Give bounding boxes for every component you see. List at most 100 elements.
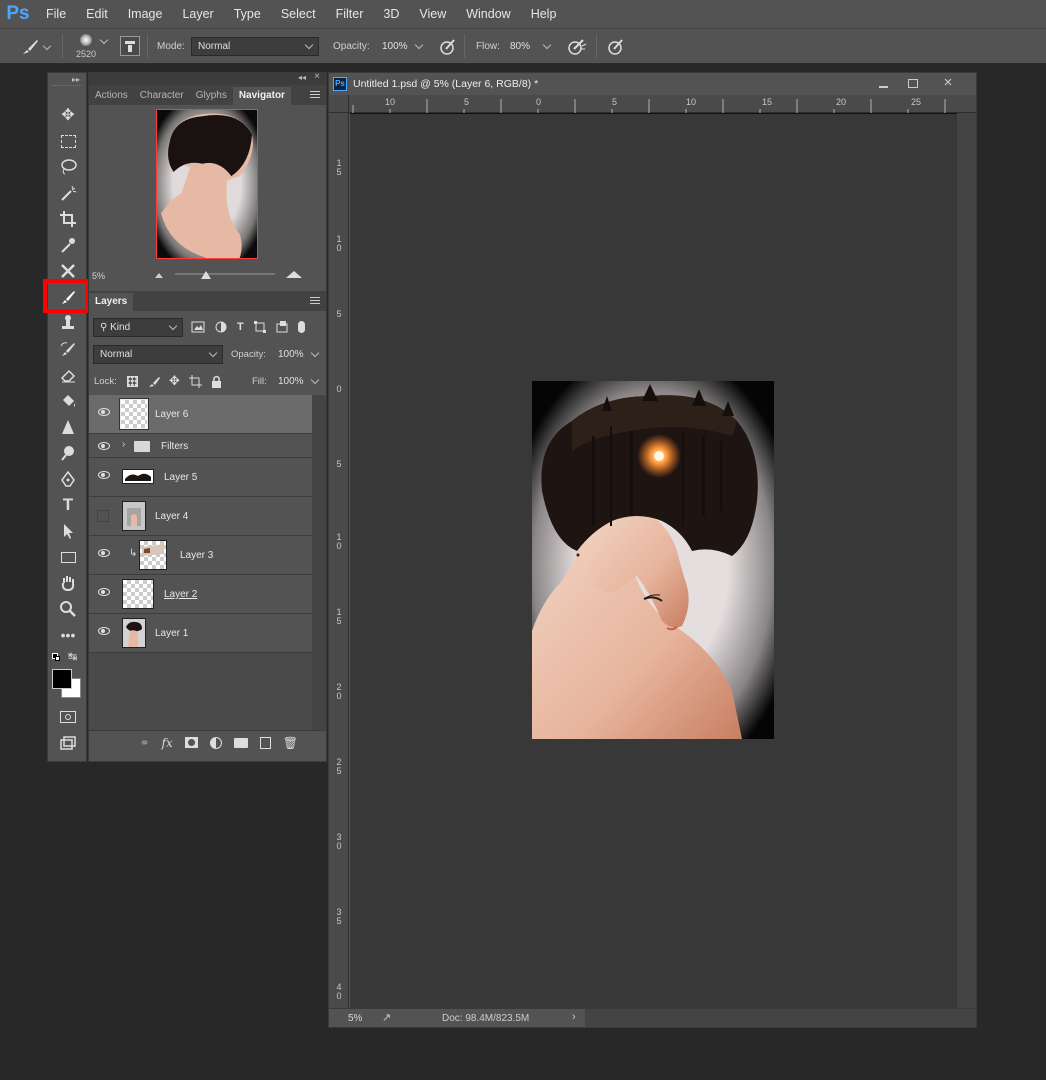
navigator-menu-icon[interactable] bbox=[310, 91, 320, 98]
eyedropper-tool-icon[interactable] bbox=[56, 234, 80, 256]
dodge-tool-icon[interactable] bbox=[56, 442, 80, 464]
visibility-eye-icon[interactable] bbox=[98, 627, 110, 635]
layer-style-fx-icon[interactable]: fx bbox=[162, 736, 173, 750]
filter-adjustment-icon[interactable] bbox=[215, 321, 227, 333]
visibility-eye-icon[interactable] bbox=[98, 588, 110, 596]
brush-preset-picker[interactable]: 2520 bbox=[74, 32, 112, 62]
layer-row-layer-3[interactable]: ↳ Layer 3 bbox=[89, 536, 312, 575]
layer-6-mask-thumbnail[interactable] bbox=[119, 398, 149, 430]
tool-preset-picker[interactable] bbox=[20, 37, 54, 57]
filter-toggle-icon[interactable] bbox=[297, 321, 305, 333]
chevron-right-icon[interactable]: › bbox=[572, 1011, 576, 1023]
link-layers-icon[interactable]: ⚭ bbox=[139, 736, 149, 750]
layer-opacity-field[interactable]: 100% bbox=[272, 345, 324, 364]
path-selection-tool-icon[interactable] bbox=[56, 520, 80, 542]
document-titlebar[interactable]: Ps Untitled 1.psd @ 5% (Layer 6, RGB/8) … bbox=[329, 73, 976, 95]
layer-name[interactable]: Layer 6 bbox=[155, 409, 188, 420]
close-button[interactable]: × bbox=[929, 74, 967, 92]
collapse-panels-icon[interactable]: ◂◂ bbox=[298, 73, 306, 82]
zoom-out-icon[interactable] bbox=[155, 273, 163, 278]
navigator-zoom-slider[interactable] bbox=[175, 273, 275, 275]
horizontal-ruler[interactable]: 10 5 0 5 10 15 20 25 bbox=[349, 95, 976, 113]
layer-filter-dropdown[interactable]: ⚲ Kind bbox=[93, 318, 183, 337]
layer-name[interactable]: Layer 4 bbox=[155, 511, 188, 522]
ruler-origin[interactable] bbox=[329, 95, 349, 113]
rectangle-tool-icon[interactable] bbox=[56, 546, 80, 568]
hand-tool-icon[interactable] bbox=[56, 572, 80, 594]
zoom-in-icon[interactable] bbox=[286, 271, 302, 278]
menu-file[interactable]: File bbox=[36, 0, 76, 28]
paint-bucket-tool-icon[interactable] bbox=[56, 390, 80, 412]
crop-tool-icon[interactable] bbox=[56, 208, 80, 230]
visibility-toggle-off[interactable] bbox=[97, 510, 109, 522]
vertical-ruler[interactable]: 15 10 5 0 5 10 15 20 25 30 35 40 bbox=[329, 113, 349, 1009]
layers-scrollbar[interactable] bbox=[312, 395, 326, 730]
zoom-tool-icon[interactable] bbox=[56, 598, 80, 620]
flow-field[interactable]: 80% bbox=[504, 37, 556, 56]
lock-position-icon[interactable]: ✥ bbox=[169, 373, 180, 389]
collapse-toolbox-icon[interactable]: ▸▸ bbox=[72, 75, 80, 84]
visibility-eye-icon[interactable] bbox=[98, 408, 110, 416]
tab-actions[interactable]: Actions bbox=[89, 87, 134, 105]
maximize-button[interactable] bbox=[899, 76, 929, 92]
navigator-preview[interactable] bbox=[156, 109, 258, 259]
menu-layer[interactable]: Layer bbox=[172, 0, 223, 28]
foreground-color-swatch[interactable] bbox=[52, 669, 72, 689]
clone-stamp-tool-icon[interactable] bbox=[56, 312, 80, 334]
blend-mode-dropdown[interactable]: Normal bbox=[93, 345, 223, 364]
vertical-scrollbar[interactable] bbox=[957, 113, 976, 1009]
new-group-folder-icon[interactable] bbox=[233, 737, 248, 748]
history-brush-tool-icon[interactable] bbox=[56, 338, 80, 360]
more-tools-icon[interactable]: ••• bbox=[56, 624, 80, 646]
add-mask-icon[interactable] bbox=[184, 737, 198, 748]
filter-type-icon[interactable]: T bbox=[237, 321, 244, 333]
swap-colors-icon[interactable]: ↹ bbox=[68, 650, 77, 663]
layer-row-layer-6[interactable]: Layer 6 bbox=[89, 395, 312, 434]
default-colors-icon[interactable] bbox=[52, 653, 60, 661]
chevron-right-icon[interactable]: › bbox=[122, 439, 125, 450]
layer-row-layer-2[interactable]: Layer 2 bbox=[89, 575, 312, 614]
trash-icon[interactable]: 🗑 bbox=[283, 736, 298, 750]
mode-dropdown[interactable]: Normal bbox=[191, 37, 319, 56]
fill-field[interactable]: 100% bbox=[272, 372, 324, 391]
blur-tool-icon[interactable] bbox=[56, 416, 80, 438]
tab-glyphs[interactable]: Glyphs bbox=[190, 87, 233, 105]
menu-select[interactable]: Select bbox=[271, 0, 326, 28]
share-icon[interactable]: ↗ bbox=[382, 1011, 391, 1024]
lock-all-icon[interactable] bbox=[211, 375, 222, 388]
lock-transparent-icon[interactable] bbox=[127, 375, 138, 387]
horizontal-scrollbar[interactable] bbox=[585, 1009, 976, 1027]
filter-pixel-icon[interactable] bbox=[191, 321, 205, 333]
screen-mode-icon[interactable] bbox=[56, 732, 80, 754]
status-zoom-value[interactable]: 5% bbox=[348, 1013, 362, 1024]
menu-type[interactable]: Type bbox=[224, 0, 271, 28]
visibility-eye-icon[interactable] bbox=[98, 442, 110, 450]
filter-smart-object-icon[interactable] bbox=[276, 321, 288, 333]
brush-panel-toggle-icon[interactable] bbox=[120, 36, 140, 56]
filter-shape-icon[interactable] bbox=[253, 321, 266, 333]
lock-artboard-icon[interactable] bbox=[188, 374, 202, 388]
minimize-button[interactable] bbox=[869, 76, 899, 92]
zoom-slider-thumb[interactable] bbox=[201, 271, 211, 279]
magic-wand-tool-icon[interactable] bbox=[56, 182, 80, 204]
layer-row-layer-5[interactable]: Layer 5 bbox=[89, 458, 312, 497]
pressure-opacity-icon[interactable] bbox=[438, 37, 458, 57]
menu-filter[interactable]: Filter bbox=[326, 0, 374, 28]
opacity-field[interactable]: 100% bbox=[376, 37, 428, 56]
menu-3d[interactable]: 3D bbox=[373, 0, 409, 28]
visibility-eye-icon[interactable] bbox=[98, 471, 110, 479]
menu-image[interactable]: Image bbox=[118, 0, 173, 28]
close-panels-icon[interactable]: × bbox=[314, 71, 320, 82]
layer-name[interactable]: Filters bbox=[161, 441, 188, 452]
layer-row-filters-group[interactable]: › Filters bbox=[89, 434, 312, 458]
new-layer-icon[interactable] bbox=[259, 736, 271, 749]
tab-navigator[interactable]: Navigator bbox=[232, 87, 291, 105]
canvas-image[interactable] bbox=[532, 381, 774, 739]
pen-tool-icon[interactable] bbox=[56, 468, 80, 490]
layer-row-layer-4[interactable]: Layer 4 bbox=[89, 497, 312, 536]
doc-size-info[interactable]: Doc: 98.4M/823.5M bbox=[442, 1013, 529, 1024]
adjustment-layer-icon[interactable] bbox=[209, 736, 222, 749]
lock-image-icon[interactable] bbox=[147, 375, 160, 388]
pressure-size-icon[interactable] bbox=[606, 37, 626, 57]
marquee-tool-icon[interactable] bbox=[56, 130, 80, 152]
